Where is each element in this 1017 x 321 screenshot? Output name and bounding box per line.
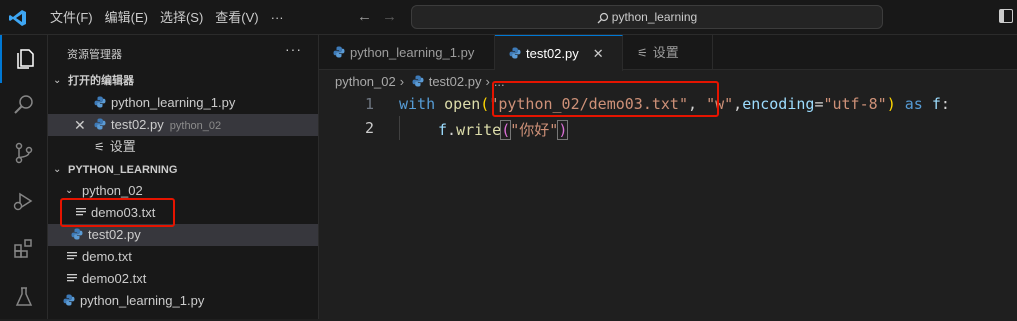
parameter-name: encoding [742, 95, 815, 113]
file-item[interactable]: python_learning_1.py [48, 290, 318, 312]
keyword: as [904, 95, 923, 113]
menu-view[interactable]: 查看(V) [209, 9, 264, 27]
open-editor-item[interactable]: ⚟ 设置 [48, 136, 318, 158]
open-editor-detail: python_02 [169, 120, 222, 132]
file-item[interactable]: demo.txt [48, 246, 318, 268]
python-file-icon [94, 96, 106, 108]
highlight-box [60, 198, 175, 227]
open-editor-label: python_learning_1.py [111, 95, 236, 110]
close-icon[interactable]: ✕ [74, 114, 86, 136]
file-label: test02.py [88, 227, 141, 242]
text-file-icon [67, 252, 77, 260]
explorer-sidebar: 资源管理器 ··· ⌄ 打开的编辑器 python_learning_1.py … [48, 35, 319, 319]
chevron-down-icon: ⌄ [53, 75, 62, 86]
explorer-icon[interactable] [0, 35, 48, 83]
tab-settings[interactable]: ⚟ 设置 [623, 35, 713, 70]
settings-icon: ⚟ [637, 46, 648, 60]
search-text: python_learning [611, 10, 698, 24]
keyword: with [399, 95, 436, 113]
tab-python-learning-1[interactable]: python_learning_1.py [319, 35, 495, 70]
tab-label: test02.py [526, 46, 579, 61]
open-editor-item-active[interactable]: ✕ test02.py python_02 [48, 114, 318, 136]
forward-arrow-icon[interactable]: → [382, 8, 397, 25]
line-number: 1 [364, 95, 374, 113]
search-view-icon[interactable] [0, 81, 48, 129]
menu-bar: 文件(F) 编辑(E) 选择(S) 查看(V) ··· [44, 9, 290, 27]
chevron-down-icon: ⌄ [53, 164, 62, 175]
file-label: python_learning_1.py [80, 293, 205, 308]
tab-test02[interactable]: test02.py ✕ [495, 35, 623, 71]
code-editor[interactable]: 1 2 with open("python_02/demo03.txt", "w… [319, 81, 1017, 319]
chevron-right-icon: › [399, 74, 405, 89]
text-file-icon [67, 274, 77, 282]
toggle-sidebar-icon[interactable] [999, 9, 1013, 23]
python-file-icon [412, 75, 424, 87]
explorer-title: 资源管理器 [67, 49, 122, 61]
workspace-header[interactable]: ⌄ PYTHON_LEARNING [48, 159, 318, 181]
file-label: demo.txt [82, 249, 132, 264]
line-number: 2 [364, 119, 374, 137]
tab-label: 设置 [652, 45, 679, 60]
activity-bar [0, 35, 48, 319]
chevron-right-icon: › [485, 74, 490, 89]
open-editor-label: test02.py [111, 117, 164, 132]
nav-arrows: ← → [357, 8, 407, 25]
punctuation: , [733, 95, 743, 113]
open-editor-item[interactable]: python_learning_1.py [48, 92, 318, 114]
open-editors-header[interactable]: ⌄ 打开的编辑器 [48, 70, 318, 92]
punctuation: . [447, 121, 457, 139]
breadcrumb-file[interactable]: test02.py [429, 74, 482, 89]
menu-edit[interactable]: 编辑(E) [99, 9, 154, 27]
punctuation: : [940, 95, 950, 113]
python-file-icon [333, 46, 345, 58]
close-tab-icon[interactable]: ✕ [593, 46, 604, 61]
indent-guide [399, 116, 400, 140]
source-control-icon[interactable] [0, 129, 48, 177]
variable: f [438, 121, 448, 139]
workspace-title: PYTHON_LEARNING [68, 164, 178, 176]
string-literal: "你好" [510, 121, 559, 139]
breadcrumb-folder[interactable]: python_02 [335, 74, 396, 89]
search-icon [597, 12, 608, 24]
back-arrow-icon[interactable]: ← [357, 8, 372, 25]
variable: f [931, 95, 941, 113]
bracket: ( [480, 95, 490, 113]
run-debug-icon[interactable] [0, 177, 48, 225]
function-name: open [444, 95, 481, 113]
python-file-icon [63, 294, 75, 306]
file-item-selected[interactable]: test02.py [48, 224, 318, 246]
python-file-icon [509, 47, 521, 59]
python-file-icon [71, 228, 83, 240]
bracket: ) [886, 95, 896, 113]
open-editor-label: 设置 [109, 139, 136, 154]
bracket: ) [557, 120, 569, 140]
file-label: demo02.txt [82, 271, 147, 286]
tab-label: python_learning_1.py [350, 45, 475, 60]
function-name: write [456, 121, 502, 139]
menu-file[interactable]: 文件(F) [44, 9, 99, 27]
testing-flask-icon[interactable] [0, 273, 48, 321]
command-center-search[interactable]: python_learning [411, 5, 883, 29]
extensions-icon[interactable] [0, 225, 48, 273]
explorer-more-button[interactable]: ··· [285, 41, 302, 57]
settings-icon: ⚟ [94, 140, 105, 154]
editor-tabs: python_learning_1.py test02.py ✕ ⚟ 设置 [319, 35, 1017, 71]
string-literal: "utf-8" [823, 95, 887, 113]
title-bar: 文件(F) 编辑(E) 选择(S) 查看(V) ··· ← → python_le… [0, 0, 1017, 35]
vscode-logo-icon [9, 10, 26, 26]
highlight-box [492, 81, 719, 117]
menu-more[interactable]: ··· [265, 9, 290, 27]
breadcrumb: python_02 › test02.py ›... [335, 73, 509, 91]
open-editors-title: 打开的编辑器 [68, 75, 134, 87]
bracket: ( [500, 120, 512, 140]
code-line-2: f.write("你好") [438, 119, 569, 140]
menu-selection[interactable]: 选择(S) [154, 9, 209, 27]
file-item[interactable]: demo02.txt [48, 268, 318, 290]
python-file-icon [94, 118, 106, 130]
